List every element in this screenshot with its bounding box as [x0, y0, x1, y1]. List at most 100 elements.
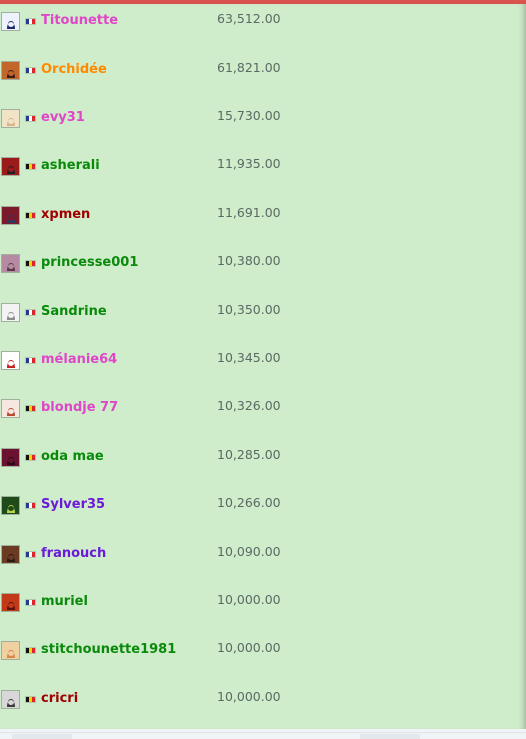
score-value: 10,350.00	[217, 302, 281, 317]
leaderboard-row: Titounette 63,512.00	[0, 8, 526, 38]
username-link[interactable]: asherali	[41, 158, 100, 173]
avatar-image-icon	[2, 207, 19, 224]
user-avatar[interactable]	[1, 399, 20, 418]
country-flag-icon	[25, 357, 36, 364]
username-link[interactable]: evy31	[41, 110, 85, 125]
username-link[interactable]: muriel	[41, 594, 88, 609]
flag-stripe	[32, 68, 35, 73]
user-avatar[interactable]	[1, 593, 20, 612]
country-flag-icon	[25, 405, 36, 412]
country-flag-icon	[25, 551, 36, 558]
user-avatar[interactable]	[1, 109, 20, 128]
country-flag-icon	[25, 647, 36, 654]
leaderboard-row: stitchounette1981 10,000.00	[0, 637, 526, 667]
avatar-image-icon	[2, 546, 19, 563]
avatar-image-icon	[2, 110, 19, 127]
username-link[interactable]: mélanie64	[41, 352, 117, 367]
score-value: 10,345.00	[217, 350, 281, 365]
username-link[interactable]: xpmen	[41, 207, 90, 222]
flag-stripe	[32, 552, 35, 557]
avatar-image-icon	[2, 62, 19, 79]
score-value: 10,000.00	[217, 689, 281, 704]
user-avatar[interactable]	[1, 351, 20, 370]
leaderboard-row: xpmen 11,691.00	[0, 202, 526, 232]
leaderboard-row: mélanie64 10,345.00	[0, 347, 526, 377]
avatar-image-icon	[2, 158, 19, 175]
flag-stripe	[32, 406, 35, 411]
country-flag-icon	[25, 454, 36, 461]
username-link[interactable]: franouch	[41, 546, 106, 561]
country-flag-icon	[25, 502, 36, 509]
score-value: 10,266.00	[217, 495, 281, 510]
country-flag-icon	[25, 163, 36, 170]
flag-stripe	[32, 19, 35, 24]
flag-stripe	[32, 310, 35, 315]
username-link[interactable]: oda mae	[41, 449, 104, 464]
leaderboard-row: oda mae 10,285.00	[0, 444, 526, 474]
country-flag-icon	[25, 115, 36, 122]
avatar-image-icon	[2, 400, 19, 417]
score-value: 10,380.00	[217, 253, 281, 268]
score-value: 63,512.00	[217, 11, 281, 26]
leaderboard-row: blondje 77 10,326.00	[0, 395, 526, 425]
leaderboard-row: Sylver35 10,266.00	[0, 492, 526, 522]
leaderboard-row: cricri 10,000.00	[0, 686, 526, 716]
avatar-image-icon	[2, 642, 19, 659]
flag-stripe	[32, 261, 35, 266]
username-link[interactable]: Orchidée	[41, 62, 107, 77]
user-avatar[interactable]	[1, 690, 20, 709]
flag-stripe	[32, 213, 35, 218]
country-flag-icon	[25, 696, 36, 703]
leaderboard-panel: Titounette 63,512.00 Orchidée 61,821.00 evy3…	[0, 4, 526, 729]
footer-decoration	[360, 734, 420, 739]
score-value: 10,090.00	[217, 544, 281, 559]
score-value: 15,730.00	[217, 108, 281, 123]
user-avatar[interactable]	[1, 206, 20, 225]
country-flag-icon	[25, 599, 36, 606]
leaderboard-row: Sandrine 10,350.00	[0, 299, 526, 329]
username-link[interactable]: stitchounette1981	[41, 642, 176, 657]
user-avatar[interactable]	[1, 61, 20, 80]
avatar-image-icon	[2, 449, 19, 466]
leaderboard-row: franouch 10,090.00	[0, 541, 526, 571]
leaderboard-row: evy31 15,730.00	[0, 105, 526, 135]
flag-stripe	[32, 503, 35, 508]
country-flag-icon	[25, 309, 36, 316]
flag-stripe	[32, 358, 35, 363]
user-avatar[interactable]	[1, 641, 20, 660]
country-flag-icon	[25, 18, 36, 25]
user-avatar[interactable]	[1, 545, 20, 564]
username-link[interactable]: blondje 77	[41, 400, 118, 415]
username-link[interactable]: cricri	[41, 691, 78, 706]
username-link[interactable]: Titounette	[41, 13, 118, 28]
username-link[interactable]: princesse001	[41, 255, 138, 270]
username-link[interactable]: Sylver35	[41, 497, 105, 512]
footer-strip	[0, 729, 526, 739]
score-value: 11,935.00	[217, 156, 281, 171]
user-avatar[interactable]	[1, 303, 20, 322]
flag-stripe	[32, 648, 35, 653]
user-avatar[interactable]	[1, 12, 20, 31]
avatar-image-icon	[2, 594, 19, 611]
leaderboard-row: muriel 10,000.00	[0, 589, 526, 619]
flag-stripe	[32, 164, 35, 169]
leaderboard-row: asherali 11,935.00	[0, 153, 526, 183]
footer-decoration	[12, 734, 72, 739]
user-avatar[interactable]	[1, 254, 20, 273]
user-avatar[interactable]	[1, 157, 20, 176]
country-flag-icon	[25, 260, 36, 267]
user-avatar[interactable]	[1, 496, 20, 515]
leaderboard-row: Orchidée 61,821.00	[0, 57, 526, 87]
avatar-image-icon	[2, 691, 19, 708]
score-value: 10,285.00	[217, 447, 281, 462]
avatar-image-icon	[2, 497, 19, 514]
flag-stripe	[32, 455, 35, 460]
username-link[interactable]: Sandrine	[41, 304, 107, 319]
score-value: 10,326.00	[217, 398, 281, 413]
user-avatar[interactable]	[1, 448, 20, 467]
avatar-image-icon	[2, 352, 19, 369]
leaderboard-row: princesse001 10,380.00	[0, 250, 526, 280]
avatar-image-icon	[2, 304, 19, 321]
flag-stripe	[32, 600, 35, 605]
score-value: 10,000.00	[217, 640, 281, 655]
